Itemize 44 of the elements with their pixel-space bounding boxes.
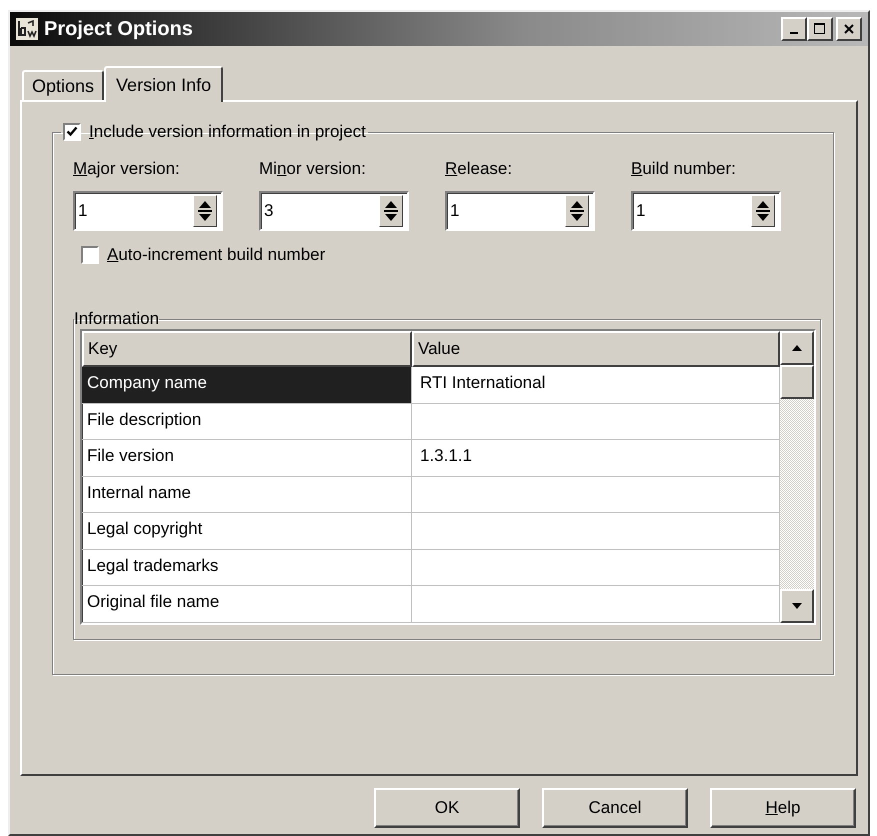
dialog-button[interactable]: Cancel: [542, 788, 688, 828]
key-cell[interactable]: Company name: [82, 367, 412, 403]
spin-buttons[interactable]: [193, 195, 217, 227]
spin-field[interactable]: 1: [73, 191, 223, 231]
key-cell[interactable]: Original file name: [82, 586, 412, 622]
spin-field[interactable]: 1: [631, 191, 781, 231]
key-cell[interactable]: File version: [82, 440, 412, 476]
key-cell[interactable]: Legal trademarks: [82, 550, 412, 586]
group-title: Information: [74, 309, 160, 329]
spin-field[interactable]: 3: [259, 191, 409, 231]
checkmark-icon: [66, 126, 78, 138]
maximize-button[interactable]: [807, 17, 833, 41]
tab[interactable]: Version Info: [104, 66, 224, 102]
checkbox[interactable]: [63, 123, 81, 141]
field-label: Major version:: [73, 159, 181, 179]
app-icon: [16, 18, 38, 40]
dialog-button[interactable]: Help: [710, 788, 856, 828]
close-icon: [842, 22, 856, 36]
window-title: Project Options: [44, 18, 194, 40]
down-arrow-icon: [790, 601, 804, 611]
spin-field[interactable]: 1: [445, 191, 595, 231]
column-header[interactable]: Key: [82, 331, 412, 367]
checkbox[interactable]: [81, 246, 99, 264]
minimize-button[interactable]: [781, 17, 807, 41]
spin-buttons[interactable]: [751, 195, 775, 227]
scroll-thumb[interactable]: [780, 365, 814, 399]
spin-buttons[interactable]: [565, 195, 589, 227]
vertical-scrollbar[interactable]: [780, 331, 814, 623]
dialog-button[interactable]: OK: [374, 788, 520, 828]
key-cell[interactable]: Internal name: [82, 476, 412, 512]
field-label: Release:: [445, 159, 514, 179]
spin-buttons[interactable]: [379, 195, 403, 227]
field-label: Minor version:: [259, 159, 367, 179]
value-cell[interactable]: RTI International: [420, 373, 546, 392]
value-cell[interactable]: 1.3.1.1: [420, 446, 472, 466]
tab[interactable]: Options: [22, 70, 104, 100]
maximize-icon: [813, 22, 827, 36]
close-button[interactable]: [836, 17, 862, 41]
key-cell[interactable]: File description: [82, 404, 412, 440]
key-cell[interactable]: Legal copyright: [82, 513, 412, 549]
column-header[interactable]: Value: [412, 331, 780, 367]
field-label: Build number:: [631, 159, 737, 179]
up-arrow-icon: [790, 343, 804, 353]
minimize-icon: [790, 32, 798, 34]
